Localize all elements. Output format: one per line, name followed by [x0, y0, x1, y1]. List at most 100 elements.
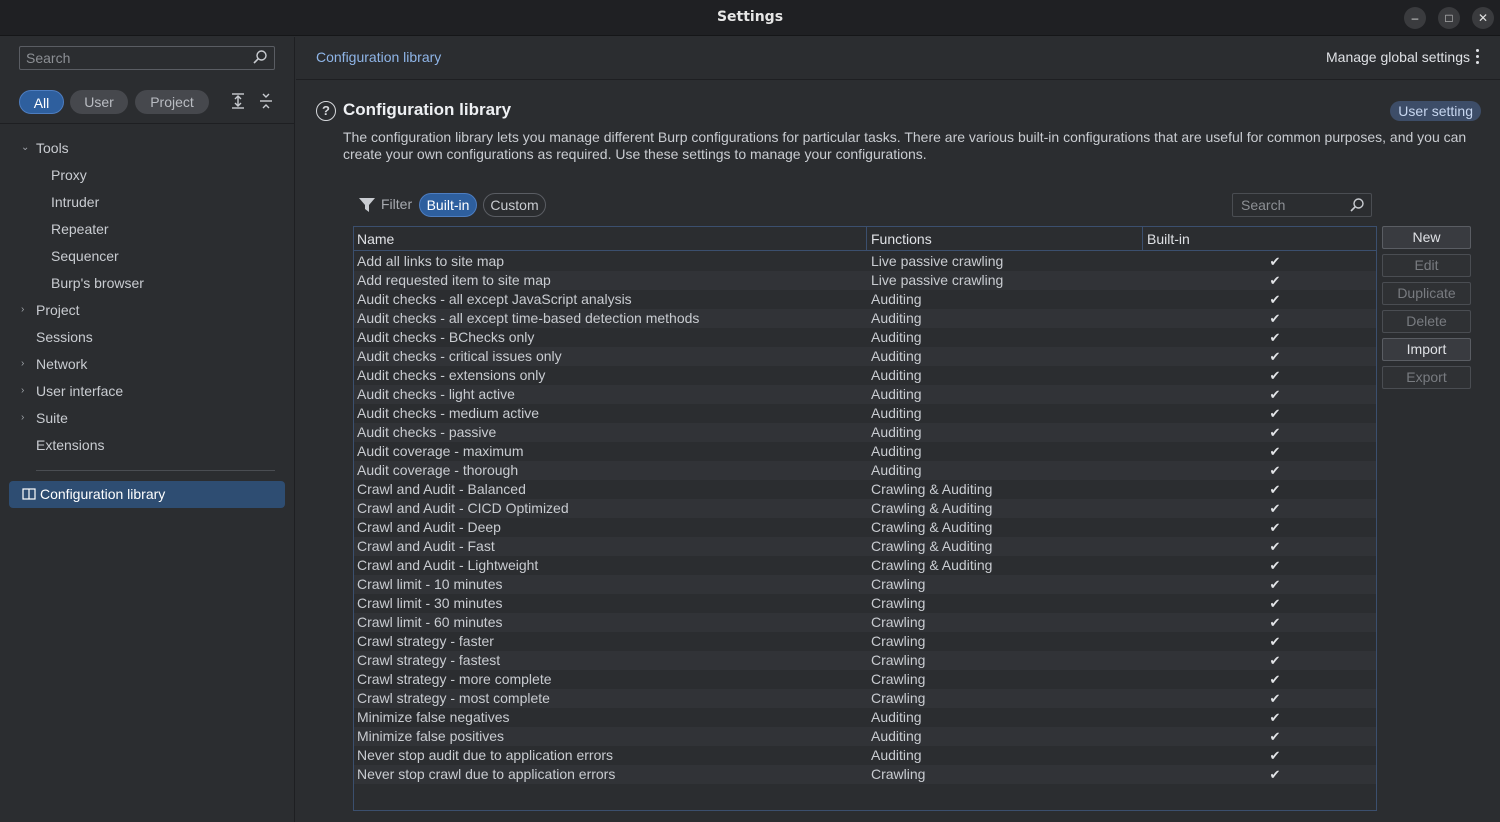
table-row[interactable]: Never stop audit due to application erro…: [354, 746, 1376, 765]
table-row[interactable]: Audit checks - all except time-based det…: [354, 309, 1376, 328]
table-row[interactable]: Crawl and Audit - CICD Optimized Crawling…: [354, 499, 1376, 518]
table-row[interactable]: Audit checks - BChecks only Auditing ✔: [354, 328, 1376, 347]
cell-name: Audit checks - critical issues only: [357, 348, 562, 364]
breadcrumb[interactable]: Configuration library: [316, 49, 441, 65]
filter-label[interactable]: Filter: [381, 196, 412, 212]
checkmark-icon: ✔: [1269, 501, 1281, 516]
table-row[interactable]: Crawl limit - 10 minutes Crawling ✔: [354, 575, 1376, 594]
table-row[interactable]: Add all links to site map Live passive cr…: [354, 252, 1376, 271]
sidebar-item-repeater[interactable]: Repeater: [51, 218, 109, 240]
table-row[interactable]: Crawl limit - 30 minutes Crawling ✔: [354, 594, 1376, 613]
edit-button[interactable]: Edit: [1382, 254, 1471, 277]
sidebar-item-project[interactable]: › Project: [21, 299, 80, 321]
table-row[interactable]: Crawl and Audit - Fast Crawling & Auditin…: [354, 537, 1376, 556]
sidebar-item-network[interactable]: › Network: [21, 353, 87, 375]
checkmark-icon: ✔: [1269, 368, 1281, 383]
table-search-input[interactable]: [1241, 197, 1346, 213]
maximize-button[interactable]: □: [1438, 7, 1460, 29]
table-body: Add all links to site map Live passive cr…: [354, 252, 1376, 784]
search-icon[interactable]: [252, 49, 268, 65]
minimize-button[interactable]: –: [1404, 7, 1426, 29]
duplicate-button[interactable]: Duplicate: [1382, 282, 1471, 305]
sidebar-search[interactable]: [19, 46, 275, 70]
table-search[interactable]: [1232, 193, 1372, 217]
table-row[interactable]: Audit checks - extensions only Auditing ✔: [354, 366, 1376, 385]
table-row[interactable]: Crawl and Audit - Balanced Crawling & Aud…: [354, 480, 1376, 499]
cell-functions: Auditing: [871, 386, 922, 402]
sidebar-item-suite[interactable]: › Suite: [21, 407, 68, 429]
cell-functions: Live passive crawling: [871, 272, 1004, 288]
table-row[interactable]: Crawl and Audit - Deep Crawling & Auditin…: [354, 518, 1376, 537]
table-row[interactable]: Crawl strategy - fastest Crawling ✔: [354, 651, 1376, 670]
cell-functions: Auditing: [871, 405, 922, 421]
more-options-icon[interactable]: [1476, 49, 1480, 65]
sidebar: All User Project ⌄ Tools Proxy Intruder …: [0, 37, 295, 822]
help-icon[interactable]: ?: [316, 101, 336, 121]
table-row[interactable]: Audit coverage - maximum Auditing ✔: [354, 442, 1376, 461]
filter-project-pill[interactable]: Project: [135, 90, 209, 114]
sidebar-search-input[interactable]: [26, 50, 246, 66]
cell-functions: Crawling & Auditing: [871, 519, 993, 535]
cell-name: Crawl and Audit - Lightweight: [357, 557, 539, 573]
cell-name: Crawl strategy - most complete: [357, 690, 550, 706]
new-button[interactable]: New: [1382, 226, 1471, 249]
cell-functions: Crawling: [871, 633, 926, 649]
sidebar-item-extensions[interactable]: Extensions: [36, 434, 104, 456]
checkmark-icon: ✔: [1269, 463, 1281, 478]
table-row[interactable]: Audit checks - light active Auditing ✔: [354, 385, 1376, 404]
sidebar-item-sessions[interactable]: Sessions: [36, 326, 93, 348]
table-row[interactable]: Audit checks - medium active Auditing ✔: [354, 404, 1376, 423]
table-row[interactable]: Crawl and Audit - Lightweight Crawling & …: [354, 556, 1376, 575]
manage-global-settings-link[interactable]: Manage global settings: [1326, 49, 1470, 65]
sidebar-item-label: Sessions: [36, 329, 93, 345]
sidebar-item-label: Intruder: [51, 194, 100, 210]
column-header-name[interactable]: Name: [354, 227, 867, 251]
table-row[interactable]: Minimize false positives Auditing ✔: [354, 727, 1376, 746]
table-row[interactable]: Add requested item to site map Live passi…: [354, 271, 1376, 290]
search-icon[interactable]: [1349, 197, 1365, 213]
filter-user-pill[interactable]: User: [70, 90, 128, 114]
column-header-functions[interactable]: Functions: [868, 227, 1143, 251]
expand-all-icon[interactable]: [229, 92, 247, 110]
cell-name: Audit coverage - thorough: [357, 462, 519, 478]
table-row[interactable]: Crawl strategy - most complete Crawling ✔: [354, 689, 1376, 708]
table-row[interactable]: Crawl strategy - more complete Crawling ✔: [354, 670, 1376, 689]
checkmark-icon: ✔: [1269, 330, 1281, 345]
checkmark-icon: ✔: [1269, 406, 1281, 421]
table-row[interactable]: Never stop crawl due to application erro…: [354, 765, 1376, 784]
table-row[interactable]: Minimize false negatives Auditing ✔: [354, 708, 1376, 727]
table-row[interactable]: Crawl strategy - faster Crawling ✔: [354, 632, 1376, 651]
cell-functions: Crawling: [871, 576, 926, 592]
sidebar-item-configuration-library[interactable]: Configuration library: [9, 481, 285, 508]
sidebar-item-sequencer[interactable]: Sequencer: [51, 245, 119, 267]
collapse-all-icon[interactable]: [257, 92, 275, 110]
checkmark-icon: ✔: [1269, 444, 1281, 459]
cell-functions: Crawling: [871, 652, 926, 668]
cell-name: Minimize false positives: [357, 728, 505, 744]
delete-button[interactable]: Delete: [1382, 310, 1471, 333]
filter-custom-pill[interactable]: Custom: [483, 193, 546, 217]
table-row[interactable]: Audit checks - critical issues only Audit…: [354, 347, 1376, 366]
sidebar-item-burps-browser[interactable]: Burp's browser: [51, 272, 144, 294]
checkmark-icon: ✔: [1269, 767, 1281, 782]
filter-all-pill[interactable]: All: [19, 90, 64, 114]
title-bar: Settings – □ ✕: [0, 0, 1500, 36]
checkmark-icon: ✔: [1269, 653, 1281, 668]
sidebar-item-tools[interactable]: ⌄ Tools: [21, 137, 69, 159]
close-button[interactable]: ✕: [1472, 7, 1494, 29]
checkmark-icon: ✔: [1269, 634, 1281, 649]
export-button[interactable]: Export: [1382, 366, 1471, 389]
column-header-builtin[interactable]: Built-in: [1144, 227, 1376, 251]
table-row[interactable]: Audit checks - passive Auditing ✔: [354, 423, 1376, 442]
table-row[interactable]: Crawl limit - 60 minutes Crawling ✔: [354, 613, 1376, 632]
cell-name: Crawl and Audit - Balanced: [357, 481, 526, 497]
sidebar-item-user-interface[interactable]: › User interface: [21, 380, 123, 402]
filter-icon[interactable]: [358, 196, 376, 214]
table-row[interactable]: Audit checks - all except JavaScript ana…: [354, 290, 1376, 309]
sidebar-item-intruder[interactable]: Intruder: [51, 191, 99, 213]
sidebar-item-proxy[interactable]: Proxy: [51, 164, 87, 186]
filter-builtin-pill[interactable]: Built-in: [419, 193, 477, 217]
checkmark-icon: ✔: [1269, 596, 1281, 611]
table-row[interactable]: Audit coverage - thorough Auditing ✔: [354, 461, 1376, 480]
import-button[interactable]: Import: [1382, 338, 1471, 361]
